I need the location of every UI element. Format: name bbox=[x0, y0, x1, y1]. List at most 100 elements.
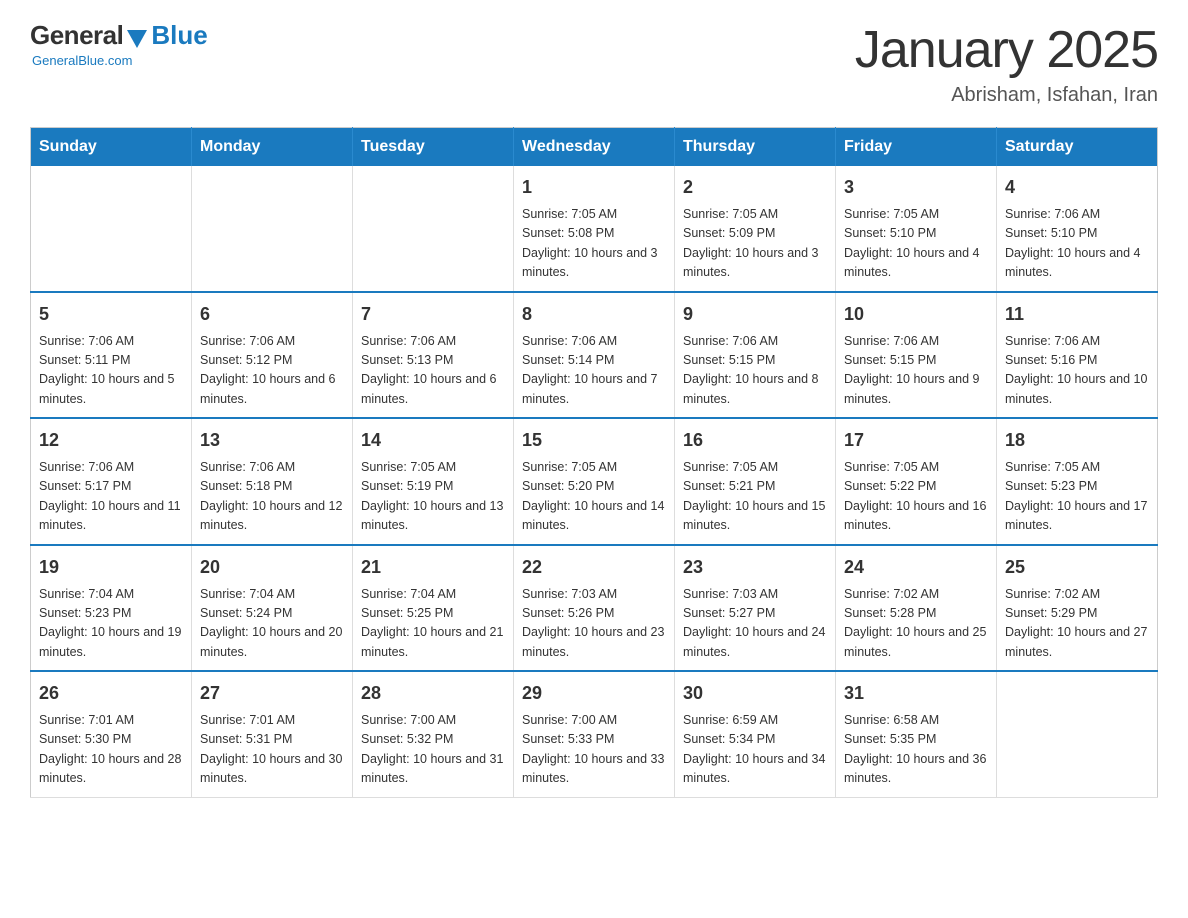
day-number: 18 bbox=[1005, 427, 1149, 454]
day-number: 22 bbox=[522, 554, 666, 581]
calendar-header-thursday: Thursday bbox=[675, 128, 836, 167]
calendar-cell: 10 Sunrise: 7:06 AM Sunset: 5:15 PM Dayli… bbox=[836, 292, 997, 419]
calendar-cell: 13Sunrise: 7:06 AM Sunset: 5:18 PM Dayli… bbox=[192, 418, 353, 545]
day-number: 3 bbox=[844, 174, 988, 201]
day-number: 1 bbox=[522, 174, 666, 201]
day-number: 28 bbox=[361, 680, 505, 707]
calendar-cell: 5Sunrise: 7:06 AM Sunset: 5:11 PM Daylig… bbox=[31, 292, 192, 419]
day-info: Sunrise: 7:02 AM Sunset: 5:28 PM Dayligh… bbox=[844, 585, 988, 663]
day-number: 20 bbox=[200, 554, 344, 581]
calendar-cell: 26 Sunrise: 7:01 AM Sunset: 5:30 PM Dayli… bbox=[31, 671, 192, 797]
day-info: Sunrise: 7:05 AM Sunset: 5:22 PM Dayligh… bbox=[844, 458, 988, 536]
day-info: Sunrise: 7:06 AM Sunset: 5:13 PM Dayligh… bbox=[361, 332, 505, 410]
logo-general-text: General bbox=[30, 20, 123, 51]
day-info: Sunrise: 7:03 AM Sunset: 5:27 PM Dayligh… bbox=[683, 585, 827, 663]
calendar-week-row: 1 Sunrise: 7:05 AM Sunset: 5:08 PM Daylig… bbox=[31, 166, 1158, 292]
calendar-cell: 3 Sunrise: 7:05 AM Sunset: 5:10 PM Daylig… bbox=[836, 166, 997, 292]
day-info: Sunrise: 7:01 AM Sunset: 5:30 PM Dayligh… bbox=[39, 711, 183, 789]
day-info: Sunrise: 7:06 AM Sunset: 5:15 PM Dayligh… bbox=[844, 332, 988, 410]
day-number: 11 bbox=[1005, 301, 1149, 328]
page-subtitle: Abrisham, Isfahan, Iran bbox=[855, 84, 1158, 107]
day-info: Sunrise: 7:02 AM Sunset: 5:29 PM Dayligh… bbox=[1005, 585, 1149, 663]
day-info: Sunrise: 7:04 AM Sunset: 5:23 PM Dayligh… bbox=[39, 585, 183, 663]
calendar-cell bbox=[192, 166, 353, 292]
calendar-header-friday: Friday bbox=[836, 128, 997, 167]
day-number: 9 bbox=[683, 301, 827, 328]
calendar-cell: 16 Sunrise: 7:05 AM Sunset: 5:21 PM Dayli… bbox=[675, 418, 836, 545]
calendar-cell: 8 Sunrise: 7:06 AM Sunset: 5:14 PM Daylig… bbox=[514, 292, 675, 419]
calendar-header-sunday: Sunday bbox=[31, 128, 192, 167]
logo-blue-text: Blue bbox=[151, 20, 207, 51]
calendar-cell: 23 Sunrise: 7:03 AM Sunset: 5:27 PM Dayli… bbox=[675, 545, 836, 672]
calendar-cell: 21 Sunrise: 7:04 AM Sunset: 5:25 PM Dayli… bbox=[353, 545, 514, 672]
day-info: Sunrise: 7:04 AM Sunset: 5:25 PM Dayligh… bbox=[361, 585, 505, 663]
calendar-cell: 24Sunrise: 7:02 AM Sunset: 5:28 PM Dayli… bbox=[836, 545, 997, 672]
calendar-cell bbox=[31, 166, 192, 292]
day-info: Sunrise: 7:06 AM Sunset: 5:16 PM Dayligh… bbox=[1005, 332, 1149, 410]
day-number: 30 bbox=[683, 680, 827, 707]
calendar-cell: 29 Sunrise: 7:00 AM Sunset: 5:33 PM Dayli… bbox=[514, 671, 675, 797]
day-info: Sunrise: 7:05 AM Sunset: 5:10 PM Dayligh… bbox=[844, 205, 988, 283]
day-info: Sunrise: 7:05 AM Sunset: 5:23 PM Dayligh… bbox=[1005, 458, 1149, 536]
day-info: Sunrise: 7:04 AM Sunset: 5:24 PM Dayligh… bbox=[200, 585, 344, 663]
page-header: General Blue GeneralBlue.com January 202… bbox=[30, 20, 1158, 107]
title-block: January 2025 Abrisham, Isfahan, Iran bbox=[855, 20, 1158, 107]
logo-arrow-icon bbox=[127, 30, 147, 48]
day-number: 16 bbox=[683, 427, 827, 454]
day-number: 12 bbox=[39, 427, 183, 454]
calendar-cell: 28 Sunrise: 7:00 AM Sunset: 5:32 PM Dayli… bbox=[353, 671, 514, 797]
calendar-week-row: 12Sunrise: 7:06 AM Sunset: 5:17 PM Dayli… bbox=[31, 418, 1158, 545]
calendar-week-row: 26 Sunrise: 7:01 AM Sunset: 5:30 PM Dayli… bbox=[31, 671, 1158, 797]
calendar-cell: 17Sunrise: 7:05 AM Sunset: 5:22 PM Dayli… bbox=[836, 418, 997, 545]
day-info: Sunrise: 7:05 AM Sunset: 5:08 PM Dayligh… bbox=[522, 205, 666, 283]
day-number: 5 bbox=[39, 301, 183, 328]
day-info: Sunrise: 7:00 AM Sunset: 5:33 PM Dayligh… bbox=[522, 711, 666, 789]
day-info: Sunrise: 7:06 AM Sunset: 5:12 PM Dayligh… bbox=[200, 332, 344, 410]
day-info: Sunrise: 7:05 AM Sunset: 5:21 PM Dayligh… bbox=[683, 458, 827, 536]
calendar-header-wednesday: Wednesday bbox=[514, 128, 675, 167]
calendar-cell: 27 Sunrise: 7:01 AM Sunset: 5:31 PM Dayli… bbox=[192, 671, 353, 797]
calendar-cell: 19 Sunrise: 7:04 AM Sunset: 5:23 PM Dayli… bbox=[31, 545, 192, 672]
calendar-cell bbox=[353, 166, 514, 292]
calendar-cell: 9Sunrise: 7:06 AM Sunset: 5:15 PM Daylig… bbox=[675, 292, 836, 419]
calendar-cell: 30Sunrise: 6:59 AM Sunset: 5:34 PM Dayli… bbox=[675, 671, 836, 797]
day-number: 14 bbox=[361, 427, 505, 454]
calendar-cell: 12Sunrise: 7:06 AM Sunset: 5:17 PM Dayli… bbox=[31, 418, 192, 545]
day-info: Sunrise: 7:06 AM Sunset: 5:10 PM Dayligh… bbox=[1005, 205, 1149, 283]
calendar-cell: 14Sunrise: 7:05 AM Sunset: 5:19 PM Dayli… bbox=[353, 418, 514, 545]
calendar-week-row: 5Sunrise: 7:06 AM Sunset: 5:11 PM Daylig… bbox=[31, 292, 1158, 419]
calendar-header-tuesday: Tuesday bbox=[353, 128, 514, 167]
day-info: Sunrise: 7:00 AM Sunset: 5:32 PM Dayligh… bbox=[361, 711, 505, 789]
calendar-cell: 1 Sunrise: 7:05 AM Sunset: 5:08 PM Daylig… bbox=[514, 166, 675, 292]
day-number: 23 bbox=[683, 554, 827, 581]
calendar-table: SundayMondayTuesdayWednesdayThursdayFrid… bbox=[30, 127, 1158, 798]
day-info: Sunrise: 6:58 AM Sunset: 5:35 PM Dayligh… bbox=[844, 711, 988, 789]
day-info: Sunrise: 7:06 AM Sunset: 5:14 PM Dayligh… bbox=[522, 332, 666, 410]
day-number: 8 bbox=[522, 301, 666, 328]
calendar-cell: 11 Sunrise: 7:06 AM Sunset: 5:16 PM Dayli… bbox=[997, 292, 1158, 419]
day-info: Sunrise: 7:06 AM Sunset: 5:18 PM Dayligh… bbox=[200, 458, 344, 536]
calendar-cell: 4 Sunrise: 7:06 AM Sunset: 5:10 PM Daylig… bbox=[997, 166, 1158, 292]
calendar-cell: 25Sunrise: 7:02 AM Sunset: 5:29 PM Dayli… bbox=[997, 545, 1158, 672]
day-number: 27 bbox=[200, 680, 344, 707]
day-number: 4 bbox=[1005, 174, 1149, 201]
calendar-header-row: SundayMondayTuesdayWednesdayThursdayFrid… bbox=[31, 128, 1158, 167]
day-info: Sunrise: 7:01 AM Sunset: 5:31 PM Dayligh… bbox=[200, 711, 344, 789]
calendar-cell: 31Sunrise: 6:58 AM Sunset: 5:35 PM Dayli… bbox=[836, 671, 997, 797]
day-number: 26 bbox=[39, 680, 183, 707]
day-info: Sunrise: 7:05 AM Sunset: 5:20 PM Dayligh… bbox=[522, 458, 666, 536]
calendar-cell: 15Sunrise: 7:05 AM Sunset: 5:20 PM Dayli… bbox=[514, 418, 675, 545]
calendar-cell: 7 Sunrise: 7:06 AM Sunset: 5:13 PM Daylig… bbox=[353, 292, 514, 419]
day-number: 29 bbox=[522, 680, 666, 707]
day-number: 6 bbox=[200, 301, 344, 328]
calendar-header-saturday: Saturday bbox=[997, 128, 1158, 167]
calendar-cell: 6 Sunrise: 7:06 AM Sunset: 5:12 PM Daylig… bbox=[192, 292, 353, 419]
calendar-cell: 20 Sunrise: 7:04 AM Sunset: 5:24 PM Dayli… bbox=[192, 545, 353, 672]
day-number: 10 bbox=[844, 301, 988, 328]
day-number: 19 bbox=[39, 554, 183, 581]
day-number: 21 bbox=[361, 554, 505, 581]
day-number: 7 bbox=[361, 301, 505, 328]
logo-tagline: GeneralBlue.com bbox=[32, 53, 132, 68]
calendar-cell bbox=[997, 671, 1158, 797]
calendar-header-monday: Monday bbox=[192, 128, 353, 167]
